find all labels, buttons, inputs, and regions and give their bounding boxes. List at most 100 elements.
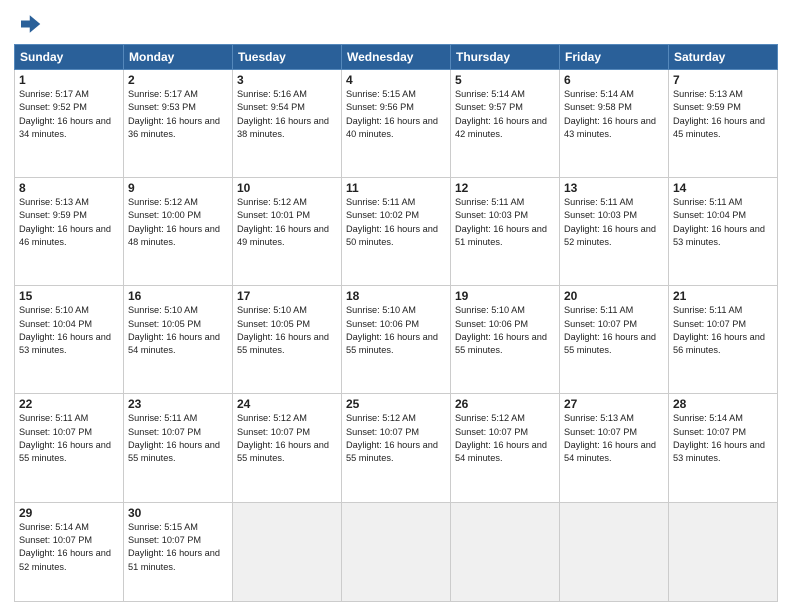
day-info: Sunrise: 5:15 AMSunset: 10:07 PMDaylight…	[128, 521, 228, 574]
day-info: Sunrise: 5:17 AMSunset: 9:53 PMDaylight:…	[128, 88, 228, 141]
day-number: 3	[237, 73, 337, 87]
day-info: Sunrise: 5:13 AMSunset: 9:59 PMDaylight:…	[19, 196, 119, 249]
day-info: Sunrise: 5:11 AMSunset: 10:02 PMDaylight…	[346, 196, 446, 249]
logo-icon	[14, 10, 42, 38]
day-info: Sunrise: 5:12 AMSunset: 10:00 PMDaylight…	[128, 196, 228, 249]
weekday-header: Wednesday	[342, 45, 451, 70]
day-number: 6	[564, 73, 664, 87]
calendar-day-cell	[560, 502, 669, 601]
day-number: 2	[128, 73, 228, 87]
day-info: Sunrise: 5:12 AMSunset: 10:07 PMDaylight…	[346, 412, 446, 465]
day-number: 25	[346, 397, 446, 411]
day-number: 13	[564, 181, 664, 195]
day-number: 1	[19, 73, 119, 87]
day-number: 23	[128, 397, 228, 411]
day-info: Sunrise: 5:14 AMSunset: 9:58 PMDaylight:…	[564, 88, 664, 141]
day-info: Sunrise: 5:17 AMSunset: 9:52 PMDaylight:…	[19, 88, 119, 141]
calendar-day-cell: 14Sunrise: 5:11 AMSunset: 10:04 PMDaylig…	[669, 178, 778, 286]
day-info: Sunrise: 5:14 AMSunset: 10:07 PMDaylight…	[19, 521, 119, 574]
day-info: Sunrise: 5:11 AMSunset: 10:04 PMDaylight…	[673, 196, 773, 249]
day-info: Sunrise: 5:10 AMSunset: 10:04 PMDaylight…	[19, 304, 119, 357]
day-number: 18	[346, 289, 446, 303]
day-number: 29	[19, 506, 119, 520]
weekday-header: Saturday	[669, 45, 778, 70]
calendar-day-cell: 13Sunrise: 5:11 AMSunset: 10:03 PMDaylig…	[560, 178, 669, 286]
calendar-week-row: 8Sunrise: 5:13 AMSunset: 9:59 PMDaylight…	[15, 178, 778, 286]
calendar-day-cell: 17Sunrise: 5:10 AMSunset: 10:05 PMDaylig…	[233, 286, 342, 394]
day-info: Sunrise: 5:15 AMSunset: 9:56 PMDaylight:…	[346, 88, 446, 141]
day-number: 26	[455, 397, 555, 411]
day-info: Sunrise: 5:12 AMSunset: 10:07 PMDaylight…	[455, 412, 555, 465]
calendar-day-cell: 10Sunrise: 5:12 AMSunset: 10:01 PMDaylig…	[233, 178, 342, 286]
calendar-day-cell: 28Sunrise: 5:14 AMSunset: 10:07 PMDaylig…	[669, 394, 778, 502]
calendar-week-row: 1Sunrise: 5:17 AMSunset: 9:52 PMDaylight…	[15, 70, 778, 178]
day-info: Sunrise: 5:11 AMSunset: 10:07 PMDaylight…	[128, 412, 228, 465]
day-info: Sunrise: 5:14 AMSunset: 10:07 PMDaylight…	[673, 412, 773, 465]
calendar-day-cell: 15Sunrise: 5:10 AMSunset: 10:04 PMDaylig…	[15, 286, 124, 394]
day-info: Sunrise: 5:14 AMSunset: 9:57 PMDaylight:…	[455, 88, 555, 141]
calendar-day-cell	[233, 502, 342, 601]
day-info: Sunrise: 5:10 AMSunset: 10:05 PMDaylight…	[128, 304, 228, 357]
day-number: 12	[455, 181, 555, 195]
day-info: Sunrise: 5:10 AMSunset: 10:05 PMDaylight…	[237, 304, 337, 357]
calendar-day-cell: 12Sunrise: 5:11 AMSunset: 10:03 PMDaylig…	[451, 178, 560, 286]
calendar-week-row: 22Sunrise: 5:11 AMSunset: 10:07 PMDaylig…	[15, 394, 778, 502]
calendar-day-cell: 9Sunrise: 5:12 AMSunset: 10:00 PMDayligh…	[124, 178, 233, 286]
day-number: 27	[564, 397, 664, 411]
calendar-day-cell: 22Sunrise: 5:11 AMSunset: 10:07 PMDaylig…	[15, 394, 124, 502]
calendar-day-cell: 4Sunrise: 5:15 AMSunset: 9:56 PMDaylight…	[342, 70, 451, 178]
calendar-day-cell: 29Sunrise: 5:14 AMSunset: 10:07 PMDaylig…	[15, 502, 124, 601]
calendar-day-cell	[342, 502, 451, 601]
day-number: 4	[346, 73, 446, 87]
day-info: Sunrise: 5:16 AMSunset: 9:54 PMDaylight:…	[237, 88, 337, 141]
logo	[14, 10, 46, 38]
weekday-header-row: SundayMondayTuesdayWednesdayThursdayFrid…	[15, 45, 778, 70]
calendar-day-cell: 23Sunrise: 5:11 AMSunset: 10:07 PMDaylig…	[124, 394, 233, 502]
calendar-day-cell: 27Sunrise: 5:13 AMSunset: 10:07 PMDaylig…	[560, 394, 669, 502]
day-info: Sunrise: 5:11 AMSunset: 10:07 PMDaylight…	[564, 304, 664, 357]
day-info: Sunrise: 5:13 AMSunset: 9:59 PMDaylight:…	[673, 88, 773, 141]
calendar-day-cell: 16Sunrise: 5:10 AMSunset: 10:05 PMDaylig…	[124, 286, 233, 394]
day-info: Sunrise: 5:11 AMSunset: 10:07 PMDaylight…	[19, 412, 119, 465]
day-number: 9	[128, 181, 228, 195]
day-number: 10	[237, 181, 337, 195]
calendar-day-cell: 8Sunrise: 5:13 AMSunset: 9:59 PMDaylight…	[15, 178, 124, 286]
day-number: 21	[673, 289, 773, 303]
header	[14, 10, 778, 38]
calendar-day-cell: 3Sunrise: 5:16 AMSunset: 9:54 PMDaylight…	[233, 70, 342, 178]
day-info: Sunrise: 5:12 AMSunset: 10:07 PMDaylight…	[237, 412, 337, 465]
calendar-day-cell: 11Sunrise: 5:11 AMSunset: 10:02 PMDaylig…	[342, 178, 451, 286]
calendar-day-cell: 5Sunrise: 5:14 AMSunset: 9:57 PMDaylight…	[451, 70, 560, 178]
weekday-header: Friday	[560, 45, 669, 70]
day-info: Sunrise: 5:10 AMSunset: 10:06 PMDaylight…	[346, 304, 446, 357]
calendar-day-cell: 7Sunrise: 5:13 AMSunset: 9:59 PMDaylight…	[669, 70, 778, 178]
calendar-week-row: 15Sunrise: 5:10 AMSunset: 10:04 PMDaylig…	[15, 286, 778, 394]
calendar-day-cell: 24Sunrise: 5:12 AMSunset: 10:07 PMDaylig…	[233, 394, 342, 502]
day-number: 22	[19, 397, 119, 411]
day-number: 15	[19, 289, 119, 303]
day-number: 28	[673, 397, 773, 411]
calendar-day-cell	[451, 502, 560, 601]
calendar-day-cell: 19Sunrise: 5:10 AMSunset: 10:06 PMDaylig…	[451, 286, 560, 394]
calendar-day-cell: 20Sunrise: 5:11 AMSunset: 10:07 PMDaylig…	[560, 286, 669, 394]
day-number: 24	[237, 397, 337, 411]
calendar-day-cell: 30Sunrise: 5:15 AMSunset: 10:07 PMDaylig…	[124, 502, 233, 601]
weekday-header: Thursday	[451, 45, 560, 70]
calendar-day-cell: 1Sunrise: 5:17 AMSunset: 9:52 PMDaylight…	[15, 70, 124, 178]
day-number: 16	[128, 289, 228, 303]
day-number: 8	[19, 181, 119, 195]
day-number: 11	[346, 181, 446, 195]
day-info: Sunrise: 5:10 AMSunset: 10:06 PMDaylight…	[455, 304, 555, 357]
weekday-header: Monday	[124, 45, 233, 70]
day-info: Sunrise: 5:11 AMSunset: 10:03 PMDaylight…	[564, 196, 664, 249]
day-number: 14	[673, 181, 773, 195]
calendar-day-cell: 21Sunrise: 5:11 AMSunset: 10:07 PMDaylig…	[669, 286, 778, 394]
day-number: 5	[455, 73, 555, 87]
calendar-day-cell: 25Sunrise: 5:12 AMSunset: 10:07 PMDaylig…	[342, 394, 451, 502]
weekday-header: Tuesday	[233, 45, 342, 70]
day-info: Sunrise: 5:12 AMSunset: 10:01 PMDaylight…	[237, 196, 337, 249]
day-info: Sunrise: 5:13 AMSunset: 10:07 PMDaylight…	[564, 412, 664, 465]
calendar-table: SundayMondayTuesdayWednesdayThursdayFrid…	[14, 44, 778, 602]
day-info: Sunrise: 5:11 AMSunset: 10:07 PMDaylight…	[673, 304, 773, 357]
calendar-day-cell	[669, 502, 778, 601]
